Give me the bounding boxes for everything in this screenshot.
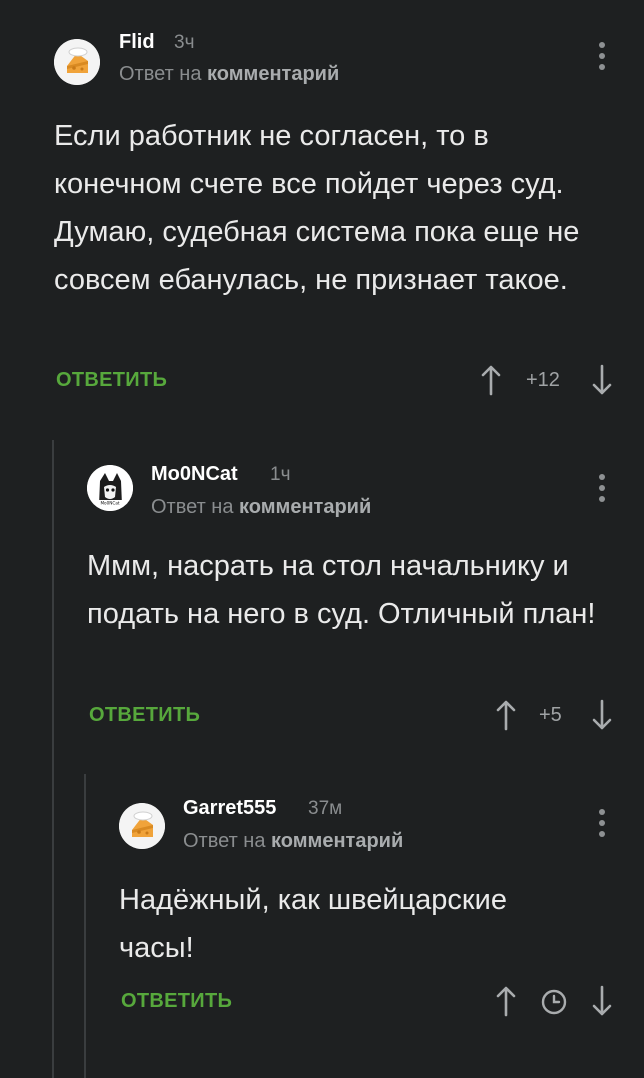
reply-to-link[interactable]: комментарий <box>207 63 339 85</box>
reply-button[interactable]: ОТВЕТИТЬ <box>56 369 167 392</box>
cheese-avatar-icon <box>54 39 100 85</box>
reply-info: Ответ на комментарий <box>183 830 403 853</box>
reply-info: Ответ на комментарий <box>151 496 371 519</box>
avatar[interactable] <box>54 39 100 85</box>
reply-to-prefix: Ответ на <box>119 63 202 85</box>
reply-info: Ответ на комментарий <box>119 63 339 86</box>
avatar-caption: Mo0NCat <box>100 500 119 505</box>
downvote-icon[interactable] <box>590 699 614 731</box>
more-options-icon[interactable] <box>598 809 606 843</box>
reply-button[interactable]: ОТВЕТИТЬ <box>89 704 200 727</box>
avatar[interactable] <box>119 803 165 849</box>
thread-line-level-1 <box>52 440 54 1078</box>
upvote-icon[interactable] <box>479 364 503 396</box>
comment-text: Надёжный, как швейцарские часы! <box>119 884 507 964</box>
comment-time: 3ч <box>174 32 195 53</box>
upvote-icon[interactable] <box>494 985 518 1017</box>
more-options-icon[interactable] <box>598 42 606 76</box>
downvote-icon[interactable] <box>590 985 614 1017</box>
reply-button[interactable]: ОТВЕТИТЬ <box>121 990 232 1013</box>
author-name[interactable]: Flid <box>119 31 155 54</box>
comment-time: 37м <box>308 798 343 819</box>
reply-to-link[interactable]: комментарий <box>239 496 371 518</box>
cheese-avatar-icon <box>119 803 165 849</box>
score: +12 <box>526 369 560 391</box>
upvote-icon[interactable] <box>494 699 518 731</box>
reply-to-prefix: Ответ на <box>183 830 266 852</box>
clock-icon <box>540 988 568 1016</box>
reply-to-prefix: Ответ на <box>151 496 234 518</box>
thread-line-level-2 <box>84 774 86 1078</box>
reply-to-link[interactable]: комментарий <box>271 830 403 852</box>
avatar[interactable]: Mo0NCat <box>87 465 133 511</box>
comment-text: Если работник не согласен, то в конечном… <box>54 120 580 296</box>
author-name[interactable]: Mo0NCat <box>151 463 238 486</box>
comment-time: 1ч <box>270 464 291 485</box>
cat-avatar-icon: Mo0NCat <box>87 465 133 511</box>
downvote-icon[interactable] <box>590 364 614 396</box>
more-options-icon[interactable] <box>598 474 606 508</box>
comment-text: Ммм, насрать на стол начальнику и подать… <box>87 550 596 630</box>
score: +5 <box>539 704 562 726</box>
author-name[interactable]: Garret555 <box>183 797 276 820</box>
